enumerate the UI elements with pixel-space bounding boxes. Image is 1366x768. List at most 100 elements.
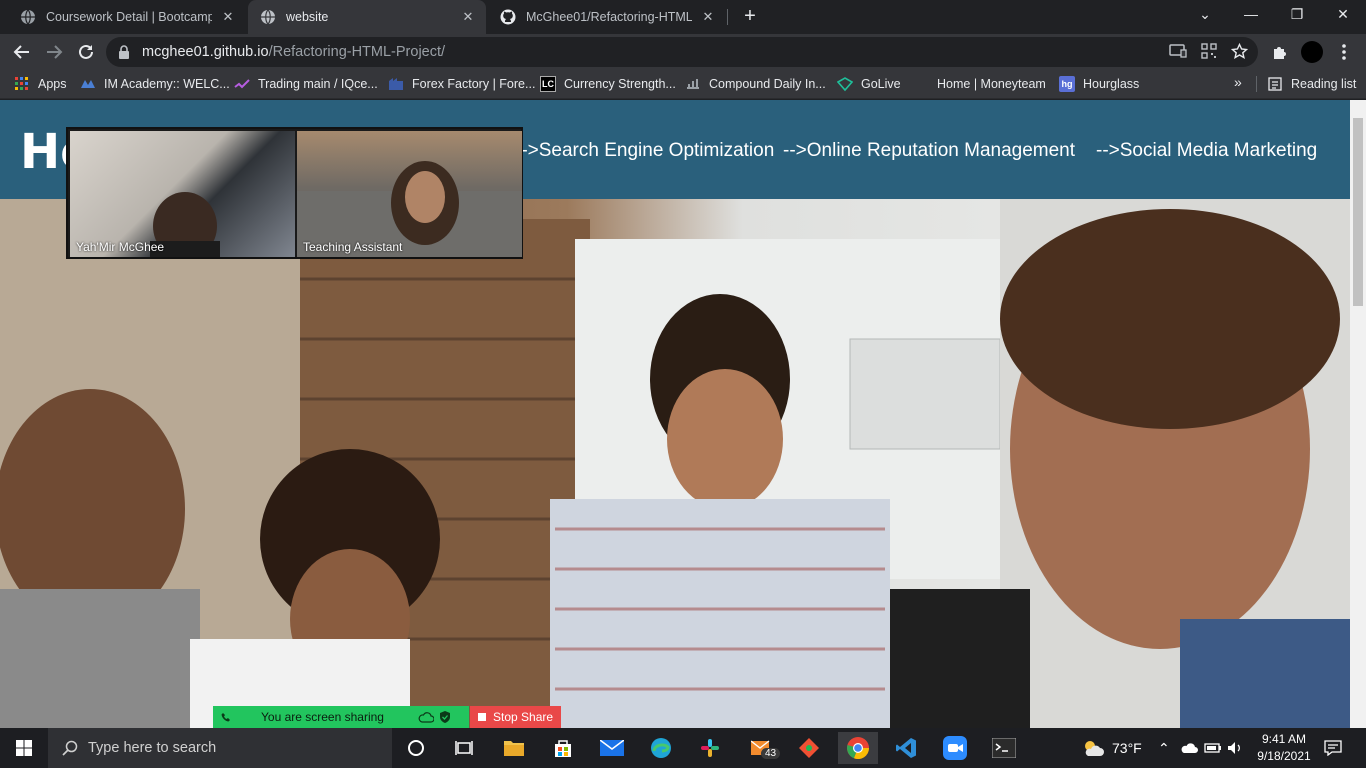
extensions-puzzle-icon[interactable] — [1269, 41, 1291, 63]
bookmark-label: Apps — [38, 77, 67, 91]
windows-start-icon[interactable] — [0, 728, 48, 768]
golive-icon — [837, 76, 853, 92]
close-tab-icon[interactable]: ✕ — [700, 9, 716, 25]
nav-link-reputation[interactable]: -->Online Reputation Management — [783, 140, 1075, 162]
profile-avatar[interactable] — [1301, 41, 1323, 63]
address-bar[interactable]: mcghee01.github.io/Refactoring-HTML-Proj… — [106, 37, 1258, 67]
lc-icon: LC — [540, 76, 556, 92]
bookmark-golive[interactable]: GoLive — [837, 75, 901, 93]
hero-image — [0, 199, 1350, 728]
bookmarks-bar: Apps IM Academy:: WELC... Trading main /… — [0, 70, 1366, 99]
shield-check-icon — [439, 711, 450, 723]
tab-coursework[interactable]: Coursework Detail | Bootcamp Sp ✕ — [8, 0, 246, 34]
task-view-icon[interactable] — [448, 732, 480, 764]
globe-icon — [260, 9, 276, 25]
taskbar-search-input[interactable]: Type here to search — [48, 728, 392, 768]
tab-title: Coursework Detail | Bootcamp Sp — [46, 10, 212, 24]
globe-icon — [20, 9, 36, 25]
phone-icon — [221, 712, 231, 722]
stop-share-button[interactable]: Stop Share — [470, 706, 561, 728]
nav-link-social-media[interactable]: -->Social Media Marketing — [1096, 140, 1317, 162]
notification-center-icon[interactable] — [1324, 728, 1342, 768]
mail-icon[interactable] — [596, 732, 628, 764]
more-bookmarks-chevron-icon[interactable]: » — [1234, 74, 1242, 90]
zoom-icon[interactable] — [939, 732, 971, 764]
weather-temperature: 73°F — [1112, 740, 1142, 756]
bookmark-hourglass[interactable]: hg Hourglass — [1059, 75, 1139, 93]
mail-app-with-badge[interactable]: 43 — [745, 732, 781, 764]
tab-search-chevron-icon[interactable]: ⌄ — [1182, 0, 1228, 30]
notification-badge: 43 — [761, 748, 781, 759]
bookmark-label: Compound Daily In... — [709, 77, 826, 91]
battery-icon[interactable] — [1204, 728, 1222, 768]
reading-list-button[interactable]: Reading list — [1267, 75, 1356, 93]
tab-website[interactable]: website ✕ — [248, 0, 486, 34]
cast-icon[interactable] — [1169, 43, 1187, 64]
hourglass-icon: hg — [1059, 76, 1075, 92]
system-clock[interactable]: 9:41 AM 9/18/2021 — [1254, 731, 1314, 765]
search-icon — [62, 740, 78, 756]
participant-name: Yah'Mir McGhee — [76, 240, 165, 254]
reload-icon[interactable] — [72, 38, 100, 66]
weather-widget[interactable]: 73°F — [1082, 728, 1142, 768]
screen-sharing-label: You are screen sharing — [261, 710, 384, 724]
qr-code-icon[interactable] — [1201, 43, 1217, 64]
close-window-button[interactable]: ✕ — [1320, 0, 1366, 30]
tab-title: website — [286, 10, 329, 24]
browser-toolbar: mcghee01.github.io/Refactoring-HTML-Proj… — [0, 34, 1366, 70]
show-hidden-icons-chevron-icon[interactable]: ⌃ — [1158, 728, 1170, 768]
apps-grid-icon — [14, 76, 30, 92]
onedrive-cloud-icon[interactable] — [1180, 728, 1198, 768]
menu-kebab-icon[interactable] — [1333, 41, 1355, 63]
minimize-button[interactable]: — — [1228, 0, 1274, 30]
bookmark-forex-factory[interactable]: Forex Factory | Fore... — [388, 75, 535, 93]
im-academy-icon — [80, 76, 96, 92]
zoom-video-strip[interactable]: Yah'Mir McGhee Teaching Assistant — [66, 127, 523, 259]
bookmark-label: Trading main / IQce... — [258, 77, 378, 91]
reading-list-label: Reading list — [1291, 77, 1357, 91]
edge-browser-icon[interactable] — [645, 732, 677, 764]
windows-taskbar: Type here to search 43 73°F ⌃ 9:41 AM 9/… — [0, 728, 1366, 768]
nav-link-seo[interactable]: -->Search Engine Optimization — [515, 140, 774, 162]
scrollbar-thumb[interactable] — [1353, 118, 1363, 306]
forward-arrow-icon[interactable] — [40, 38, 68, 66]
video-tile-participant[interactable]: Teaching Assistant — [297, 131, 522, 257]
partly-cloudy-icon — [1082, 739, 1104, 757]
tab-github[interactable]: McGhee01/Refactoring-HTML-Pr ✕ — [488, 0, 726, 34]
git-kraken-icon[interactable] — [793, 732, 825, 764]
url-host: mcghee01.github.io — [142, 44, 269, 60]
terminal-icon[interactable] — [988, 732, 1020, 764]
bookmark-im-academy[interactable]: IM Academy:: WELC... — [80, 75, 230, 93]
microsoft-store-icon[interactable] — [547, 732, 579, 764]
bookmark-moneyteam[interactable]: Home | Moneyteam — [913, 75, 1046, 93]
file-explorer-icon[interactable] — [498, 732, 530, 764]
url-path: /Refactoring-HTML-Project/ — [268, 44, 446, 60]
back-arrow-icon[interactable] — [8, 38, 36, 66]
restore-button[interactable]: ❐ — [1274, 0, 1320, 30]
bookmark-label: Forex Factory | Fore... — [412, 77, 536, 91]
vscode-icon[interactable] — [890, 732, 922, 764]
bookmark-label: Currency Strength... — [564, 77, 676, 91]
new-tab-button[interactable]: + — [738, 5, 762, 29]
clock-time: 9:41 AM — [1261, 732, 1307, 746]
bookmark-label: IM Academy:: WELC... — [104, 77, 230, 91]
close-tab-icon[interactable]: ✕ — [460, 9, 476, 25]
speaker-volume-icon[interactable] — [1227, 728, 1243, 768]
bookmark-apps[interactable]: Apps — [14, 75, 67, 93]
video-tile-participant[interactable]: Yah'Mir McGhee — [70, 131, 295, 257]
lock-icon[interactable] — [118, 45, 130, 59]
bookmark-compound-daily[interactable]: Compound Daily In... — [685, 75, 826, 93]
page-scrollbar[interactable] — [1350, 100, 1366, 728]
bookmark-star-icon[interactable] — [1230, 42, 1249, 64]
compound-icon — [685, 76, 701, 92]
screen-sharing-bar[interactable]: You are screen sharing — [213, 706, 469, 728]
slack-icon[interactable] — [694, 732, 726, 764]
bookmark-currency-strength[interactable]: LC Currency Strength... — [540, 75, 676, 93]
bookmark-trading-main[interactable]: Trading main / IQce... — [234, 75, 378, 93]
cortana-icon[interactable] — [400, 732, 432, 764]
close-tab-icon[interactable]: ✕ — [220, 9, 236, 25]
tab-strip: Coursework Detail | Bootcamp Sp ✕ websit… — [0, 0, 1366, 34]
bookmark-label: Home | Moneyteam — [937, 77, 1046, 91]
bookmark-label: GoLive — [861, 77, 901, 91]
chrome-icon[interactable] — [838, 732, 878, 764]
